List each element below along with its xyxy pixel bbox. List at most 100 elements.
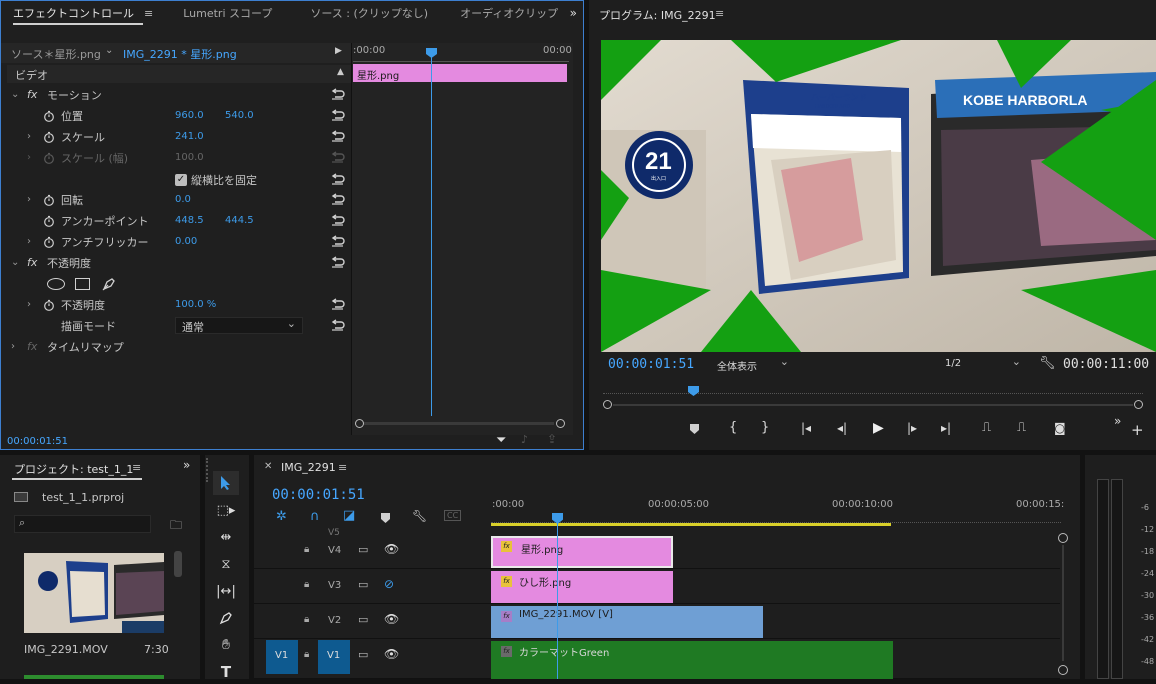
panel-menu-icon[interactable]: ≡ bbox=[338, 461, 347, 474]
source-label[interactable]: ソース＊星形.png bbox=[11, 46, 101, 62]
tab-effect-controls[interactable]: エフェクトコントロール bbox=[1, 5, 144, 21]
more-buttons-icon[interactable]: » bbox=[1114, 414, 1121, 428]
program-video-frame[interactable]: 21 出入口 ハーバーランド HARBORLAND KOBE HARBORLA bbox=[601, 40, 1156, 352]
snap-icon[interactable]: ∩ bbox=[310, 509, 320, 524]
stopwatch-icon[interactable] bbox=[43, 193, 55, 206]
uniform-scale-checkbox[interactable]: ✓ bbox=[175, 173, 187, 186]
project-title[interactable]: プロジェクト: test_1_1 bbox=[14, 461, 133, 477]
more-tabs-icon[interactable]: » bbox=[570, 6, 577, 20]
scrollbar-thumb[interactable] bbox=[174, 551, 182, 577]
chevron-down-icon[interactable]: ⌄ bbox=[11, 257, 19, 268]
razor-tool[interactable]: ⧖ bbox=[213, 552, 239, 576]
track-select-tool[interactable]: ⬚▸ bbox=[213, 498, 239, 522]
add-button-icon[interactable]: + bbox=[1131, 421, 1144, 439]
program-timecode[interactable]: 00:00:01:51 bbox=[608, 357, 694, 372]
rotation-value[interactable]: 0.0 bbox=[175, 194, 191, 205]
close-icon[interactable]: ✕ bbox=[264, 461, 272, 472]
pen-mask-icon[interactable] bbox=[101, 276, 117, 292]
lock-icon[interactable]: 🔒︎ bbox=[304, 579, 309, 590]
go-to-in-icon[interactable]: |◂ bbox=[801, 421, 811, 435]
chevron-right-icon[interactable]: › bbox=[27, 236, 31, 247]
chevron-right-icon[interactable]: › bbox=[27, 194, 31, 205]
add-marker-icon[interactable] bbox=[690, 424, 699, 434]
opacity-value[interactable]: 100.0 % bbox=[175, 299, 216, 310]
reset-icon[interactable] bbox=[331, 318, 345, 331]
lock-icon[interactable]: 🔒︎ bbox=[304, 649, 309, 660]
mark-out-icon[interactable]: } bbox=[761, 420, 769, 435]
timeline-ruler[interactable] bbox=[491, 515, 1061, 523]
antiflicker-value[interactable]: 0.00 bbox=[175, 236, 197, 247]
stopwatch-icon[interactable] bbox=[43, 235, 55, 248]
chevron-right-icon[interactable]: › bbox=[27, 299, 31, 310]
reset-icon[interactable] bbox=[331, 172, 345, 185]
sync-lock-icon[interactable]: ▭ bbox=[358, 543, 368, 556]
bin-icon[interactable]: 🗀︎ bbox=[170, 516, 182, 537]
tab-lumetri-scopes[interactable]: Lumetri スコープ bbox=[173, 5, 282, 21]
reset-icon[interactable] bbox=[331, 234, 345, 247]
sync-lock-icon[interactable]: ▭ bbox=[358, 648, 368, 661]
sync-lock-icon[interactable]: ▭ bbox=[358, 578, 368, 591]
ripple-edit-tool[interactable]: ⇹ bbox=[213, 525, 239, 549]
reset-icon[interactable] bbox=[331, 87, 345, 100]
wrench-icon[interactable]: 🔧︎ bbox=[1039, 356, 1056, 371]
program-scrollbar[interactable] bbox=[603, 400, 1143, 410]
clip-diamond[interactable]: fx ひし形.png bbox=[491, 571, 673, 603]
chevron-right-icon[interactable]: › bbox=[27, 131, 31, 142]
rectangle-mask-icon[interactable] bbox=[75, 277, 90, 290]
type-tool[interactable]: T bbox=[213, 660, 239, 684]
camera-icon[interactable]: ◙ bbox=[1054, 421, 1066, 435]
sequence-label[interactable]: IMG_2291 * 星形.png bbox=[123, 46, 237, 62]
timeline-vscroll[interactable] bbox=[1058, 533, 1070, 675]
reset-icon[interactable] bbox=[331, 129, 345, 142]
tab-audio-clip[interactable]: オーディオクリップ bbox=[450, 5, 568, 21]
program-ruler[interactable] bbox=[603, 384, 1143, 394]
timeline-title[interactable]: IMG_2291 bbox=[281, 461, 336, 474]
lock-icon[interactable]: 🔒︎ bbox=[304, 614, 309, 625]
stopwatch-icon[interactable] bbox=[43, 298, 55, 311]
hand-tool[interactable]: ✋︎ bbox=[213, 633, 239, 657]
effect-timecode[interactable]: 00:00:01:51 bbox=[7, 436, 68, 447]
panel-menu-icon[interactable]: ≡ bbox=[715, 7, 724, 20]
clip-color-matte[interactable]: fx カラーマットGreen bbox=[491, 641, 893, 679]
ellipse-mask-icon[interactable] bbox=[47, 277, 65, 290]
eye-icon[interactable]: 👁︎ bbox=[384, 647, 399, 661]
linked-selection-icon[interactable]: ◪ bbox=[343, 508, 355, 523]
eye-icon[interactable]: 👁︎ bbox=[384, 542, 399, 556]
filter-icon[interactable]: ⏷ bbox=[496, 433, 506, 448]
position-x-value[interactable]: 960.0 bbox=[175, 110, 204, 121]
eye-hidden-icon[interactable]: ⊘ bbox=[384, 577, 394, 591]
stopwatch-icon[interactable] bbox=[43, 130, 55, 143]
panel-menu-icon[interactable]: ≡ bbox=[144, 7, 153, 20]
effect-clip[interactable]: 星形.png bbox=[353, 64, 567, 82]
reset-icon[interactable] bbox=[331, 297, 345, 310]
fx-icon[interactable]: fx bbox=[27, 88, 37, 101]
step-back-icon[interactable]: ◂| bbox=[837, 421, 847, 435]
nest-icon[interactable]: ✲ bbox=[276, 509, 287, 524]
selection-tool[interactable] bbox=[213, 471, 239, 495]
collapse-up-icon[interactable]: ▲ bbox=[337, 67, 344, 77]
project-search-input[interactable]: ⌕ bbox=[14, 515, 151, 533]
source-patch-v1[interactable]: V1 bbox=[266, 640, 298, 674]
timeline-playhead-line[interactable] bbox=[557, 523, 558, 679]
stopwatch-icon[interactable] bbox=[43, 109, 55, 122]
more-tabs-icon[interactable]: » bbox=[183, 458, 190, 472]
reset-icon[interactable] bbox=[331, 192, 345, 205]
play-icon[interactable]: ▶ bbox=[873, 420, 884, 436]
reset-icon[interactable] bbox=[331, 213, 345, 226]
lock-icon[interactable]: 🔒︎ bbox=[304, 544, 309, 555]
wrench-icon[interactable]: 🔧︎ bbox=[412, 509, 427, 523]
captions-icon[interactable]: CC bbox=[444, 510, 462, 521]
panel-menu-icon[interactable]: ≡ bbox=[132, 461, 141, 474]
add-marker-icon[interactable] bbox=[381, 513, 390, 523]
clip-video[interactable]: fx IMG_2291.MOV [V] bbox=[491, 606, 763, 638]
go-to-out-icon[interactable]: ▸| bbox=[941, 421, 951, 435]
eye-icon[interactable]: 👁︎ bbox=[384, 612, 399, 626]
program-title[interactable]: プログラム: IMG_2291 bbox=[599, 7, 716, 23]
stopwatch-icon[interactable] bbox=[43, 214, 55, 227]
pen-tool[interactable] bbox=[213, 606, 239, 630]
work-area-bar[interactable] bbox=[491, 523, 891, 526]
chevron-down-icon[interactable]: ⌄ bbox=[11, 89, 19, 100]
anchor-y-value[interactable]: 444.5 bbox=[225, 215, 254, 226]
tab-source[interactable]: ソース : (クリップなし) bbox=[300, 5, 438, 21]
track-target-v1[interactable]: V1 bbox=[318, 640, 350, 674]
